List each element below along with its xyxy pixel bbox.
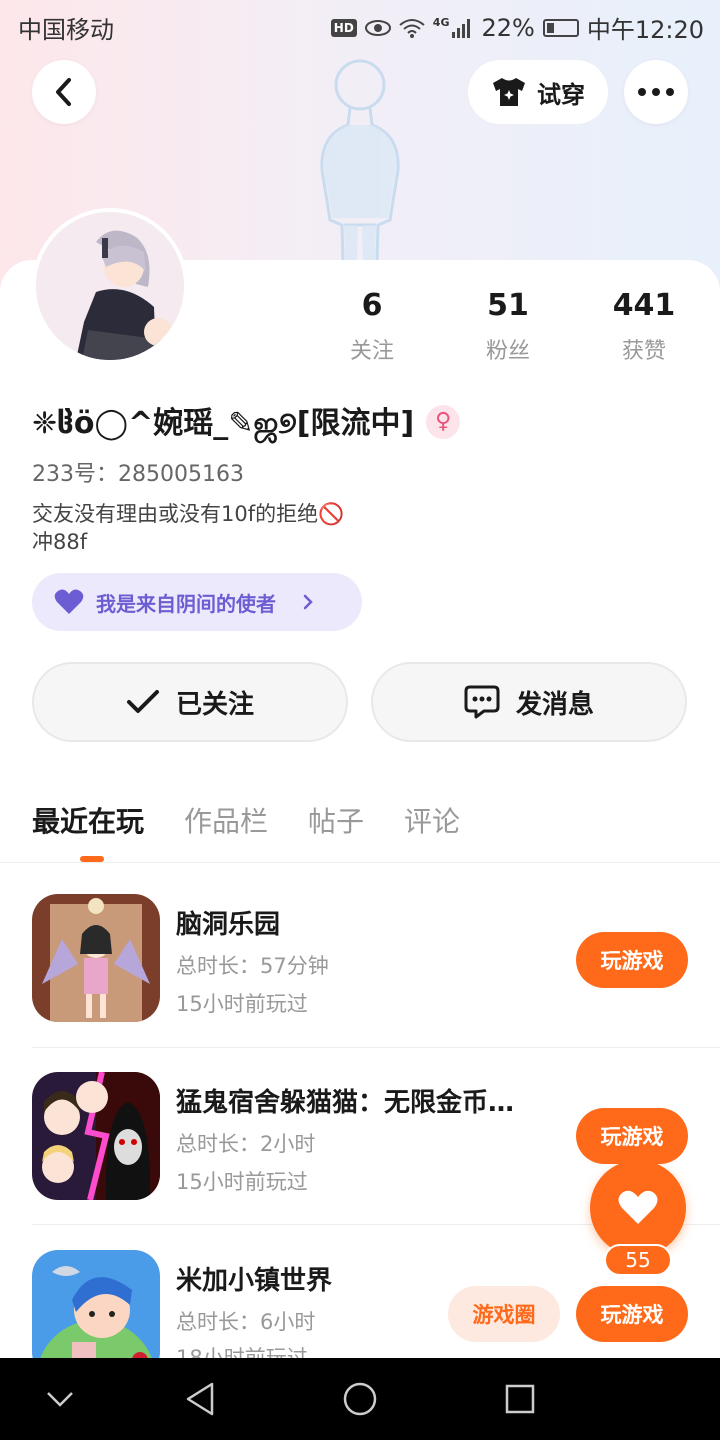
battery-icon xyxy=(542,18,579,37)
check-icon xyxy=(126,690,159,713)
following-label: 已关注 xyxy=(175,689,254,720)
network-type: 4G xyxy=(432,16,450,29)
message-button[interactable]: 发消息 xyxy=(371,662,687,742)
tab-recent-played[interactable]: 最近在玩 xyxy=(32,800,144,840)
row-divider xyxy=(32,1047,720,1048)
tab-posts[interactable]: 帖子 xyxy=(308,800,364,840)
nav-recents-button[interactable] xyxy=(497,1376,543,1422)
try-on-label: 试穿 xyxy=(537,80,585,109)
like-count-badge: 55 xyxy=(604,1244,672,1276)
game-duration: 总时长：6小时 xyxy=(176,1310,316,1334)
stat-likes[interactable]: 441 获赞 xyxy=(594,288,694,365)
tab-comments[interactable]: 评论 xyxy=(404,800,460,840)
heart-icon xyxy=(618,1190,658,1224)
back-button[interactable] xyxy=(32,60,96,124)
wifi-icon xyxy=(399,18,425,38)
square-recents-icon xyxy=(505,1384,535,1414)
user-id: 233号：285005163 xyxy=(32,462,244,487)
eye-icon xyxy=(364,19,391,36)
female-icon: ♀ xyxy=(426,404,461,439)
stat-fans[interactable]: 51 粉丝 xyxy=(458,288,558,365)
clock: 中午12:20 xyxy=(586,16,704,44)
play-game-button[interactable]: 玩游戏 xyxy=(576,1286,688,1342)
message-label: 发消息 xyxy=(515,689,594,720)
tab-works[interactable]: 作品栏 xyxy=(184,800,268,840)
game-icon xyxy=(32,894,160,1022)
like-button[interactable] xyxy=(590,1160,686,1256)
game-duration: 总时长：2小时 xyxy=(176,1132,316,1156)
stat-value: 441 xyxy=(612,288,676,323)
following-button[interactable]: 已关注 xyxy=(32,662,348,742)
more-icon xyxy=(638,88,674,96)
chevron-down-icon xyxy=(47,1392,73,1407)
game-row[interactable]: 脑洞乐园 总时长：57分钟 15小时前玩过 玩游戏 xyxy=(32,894,720,1070)
nav-home-button[interactable] xyxy=(337,1376,383,1422)
game-thumbnail xyxy=(32,894,160,1022)
chat-icon xyxy=(464,685,500,719)
hd-icon: HD xyxy=(330,18,357,37)
status-indicators: HD 4G 22% 中午12:20 xyxy=(330,10,704,45)
hide-nav-button[interactable] xyxy=(37,1376,83,1422)
stat-value: 6 xyxy=(361,288,383,323)
game-duration: 总时长：57分钟 xyxy=(176,954,329,978)
game-name: 猛鬼宿舍躲猫猫：无限金币… xyxy=(176,1088,515,1118)
stat-label: 粉丝 xyxy=(485,339,530,364)
profile-tag-pill[interactable]: 我是来自阴间的使者 xyxy=(32,573,362,631)
game-last-played: 15小时前玩过 xyxy=(176,992,308,1016)
username: ❈ჱö◯^婉瑶_✎ஜ୭[限流中] xyxy=(32,406,415,441)
chevron-right-icon xyxy=(303,594,313,610)
circle-home-icon xyxy=(343,1382,377,1416)
stat-label: 关注 xyxy=(349,339,394,364)
carrier-label: 中国移动 xyxy=(18,16,114,44)
game-last-played: 15小时前玩过 xyxy=(176,1170,308,1194)
battery-percent: 22% xyxy=(481,13,535,42)
shirt-icon xyxy=(493,78,525,106)
bio: 交友没有理由或没有10f的拒绝🚫 冲88f xyxy=(32,502,345,554)
nav-back-button[interactable] xyxy=(177,1376,223,1422)
play-game-button[interactable]: 玩游戏 xyxy=(576,932,688,988)
game-circle-button[interactable]: 游戏圈 xyxy=(448,1286,560,1342)
signal-icon xyxy=(452,18,471,38)
avatar[interactable] xyxy=(32,208,188,364)
tabs-divider xyxy=(0,862,720,863)
stat-label: 获赞 xyxy=(621,339,666,364)
game-icon xyxy=(32,1072,160,1200)
play-game-button[interactable]: 玩游戏 xyxy=(576,1108,688,1164)
system-navigation-bar xyxy=(0,1358,720,1440)
profile-tabs: 最近在玩 作品栏 帖子 评论 xyxy=(32,800,460,840)
heart-icon xyxy=(54,589,84,614)
game-thumbnail xyxy=(32,1072,160,1200)
avatar-illustration xyxy=(36,212,184,360)
stat-value: 51 xyxy=(487,288,529,323)
username-row: ❈ჱö◯^婉瑶_✎ஜ୭[限流中] ♀ xyxy=(32,398,461,445)
try-on-button[interactable]: 试穿 xyxy=(468,60,608,124)
status-bar: 中国移动 HD 4G 22% 中午12:20 xyxy=(0,0,720,50)
game-name: 脑洞乐园 xyxy=(176,910,281,940)
tag-label: 我是来自阴间的使者 xyxy=(96,591,276,616)
more-button[interactable] xyxy=(624,60,688,124)
stat-following[interactable]: 6 关注 xyxy=(322,288,422,365)
chevron-left-icon xyxy=(56,78,71,106)
triangle-back-icon xyxy=(186,1382,214,1416)
